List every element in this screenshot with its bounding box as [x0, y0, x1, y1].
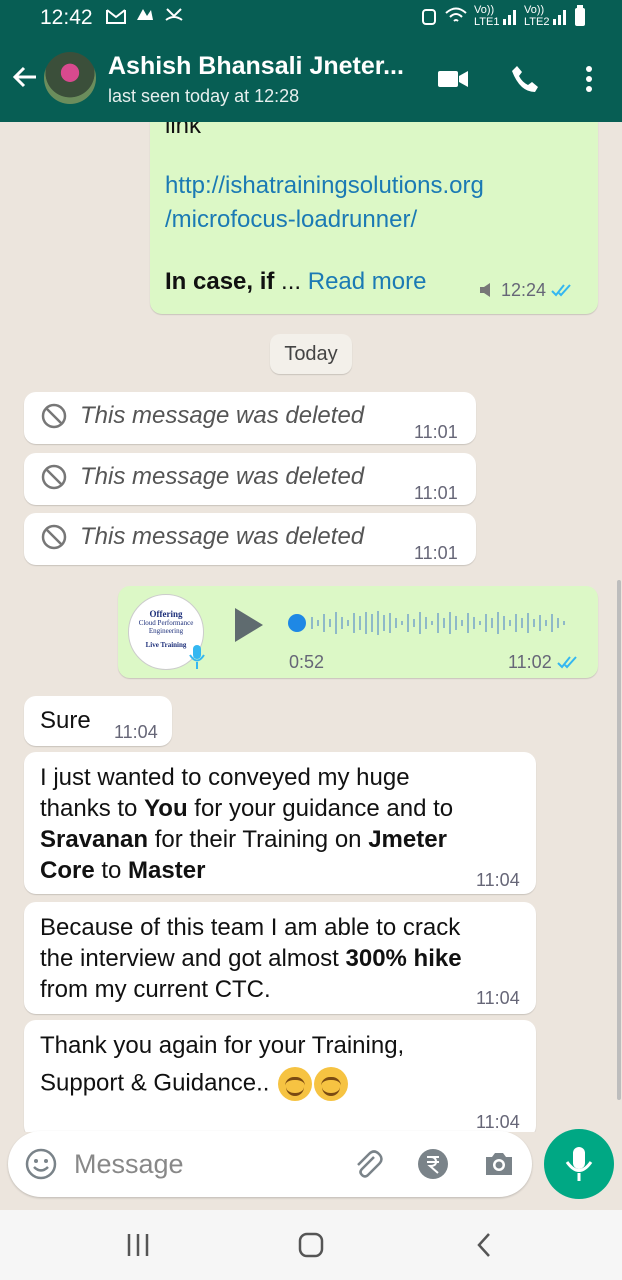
chat-area[interactable]: link http://ishatrainingsolutions.org /m…: [0, 122, 622, 1132]
system-icons: Vo)) LTE1 Vo)) LTE2: [420, 4, 586, 28]
message-time: 11:01: [414, 483, 458, 503]
deleted-text: This message was deleted: [80, 523, 365, 550]
smiling-emoji-icon: [314, 1067, 349, 1101]
message-text: Thank you again for your Training, Suppo…: [40, 1030, 404, 1101]
message-meta: 12:24: [478, 280, 575, 301]
message-link-cont[interactable]: /microfocus-loadrunner/: [165, 204, 417, 235]
wifi-icon: [445, 7, 467, 22]
back-nav-icon[interactable]: [470, 1230, 500, 1260]
deleted-text: This message was deleted: [80, 463, 365, 490]
message-input-placeholder[interactable]: Message: [74, 1149, 184, 1180]
message-line: from my current CTC.: [40, 976, 271, 1003]
voice-duration: 0:52: [289, 652, 325, 672]
deleted-ban-icon: [41, 403, 67, 429]
battery-icon: [575, 5, 585, 26]
message-preview: In case, if ... Read more: [165, 266, 426, 297]
message-line: Thank you again for your Training,: [40, 1032, 405, 1059]
message-bubble-incoming[interactable]: Because of this team I am able to crack …: [24, 902, 536, 1014]
play-icon[interactable]: [232, 606, 266, 644]
network-2-label: Vo)) LTE2: [524, 4, 550, 28]
message-text: I just wanted to conveyed my huge thanks…: [40, 762, 453, 886]
message-text: Sure: [40, 707, 91, 734]
contact-avatar[interactable]: [44, 52, 96, 104]
message-time: 11:04: [476, 870, 520, 890]
message-line: Support & Guidance..: [40, 1067, 404, 1101]
back-arrow-icon[interactable]: [10, 62, 40, 92]
forwarded-speaker-icon: [480, 283, 490, 297]
message-text: Because of this team I am able to crack …: [40, 912, 462, 1005]
voice-call-icon[interactable]: [508, 62, 542, 96]
network-1-label: Vo)) LTE1: [474, 4, 500, 28]
video-call-icon[interactable]: [436, 62, 470, 96]
home-icon[interactable]: [296, 1230, 326, 1260]
deleted-ban-icon: [41, 524, 67, 550]
chat-scrollbar[interactable]: [617, 580, 621, 1100]
last-seen: last seen today at 12:28: [108, 86, 300, 106]
message-time: 11:04: [476, 988, 520, 1008]
message-time: 11:01: [414, 543, 458, 563]
attach-icon[interactable]: [350, 1147, 384, 1181]
status-time: 12:42: [40, 6, 93, 29]
message-line: Sravanan for their Training on Jmeter: [40, 826, 447, 853]
ellipsis: ...: [274, 268, 308, 295]
read-more-link[interactable]: Read more: [308, 268, 427, 295]
thumb-line: Offering: [149, 609, 183, 619]
chat-header: Ashish Bhansali Jneter... last seen toda…: [0, 38, 622, 122]
app-notification-icon: [137, 9, 154, 20]
thumb-line: Cloud Performance: [138, 619, 194, 627]
message-text: link: [165, 122, 202, 139]
record-voice-button[interactable]: [544, 1129, 614, 1199]
read-ticks-icon: [551, 284, 571, 297]
message-bubble-incoming[interactable]: Sure 11:04: [24, 696, 172, 746]
system-navigation-bar: [0, 1210, 622, 1280]
smiling-emoji-icon: [278, 1067, 313, 1101]
message-line: I just wanted to conveyed my huge: [40, 764, 410, 791]
status-bar: 12:42 Vo)) LTE1 Vo)) LTE2: [0, 0, 622, 38]
missed-call-icon: [165, 8, 183, 21]
alarm-icon: [422, 9, 436, 25]
date-chip: Today: [270, 334, 352, 374]
message-time: 11:04: [476, 1112, 520, 1132]
signal-1-icon: [503, 10, 516, 25]
message-bubble-incoming[interactable]: Thank you again for your Training, Suppo…: [24, 1020, 536, 1132]
emoji-icon[interactable]: [24, 1147, 58, 1181]
message-meta: 11:02: [508, 652, 581, 673]
message-time: 11:04: [114, 722, 158, 742]
message-time: 11:02: [508, 652, 552, 672]
contact-name[interactable]: Ashish Bhansali Jneter...: [108, 52, 404, 81]
message-line: Core to Master: [40, 857, 206, 884]
microphone-icon: [565, 1147, 593, 1181]
message-line: Because of this team I am able to crack: [40, 914, 461, 941]
message-composer[interactable]: Message: [8, 1131, 532, 1197]
payment-rupee-icon[interactable]: [416, 1147, 450, 1181]
deleted-ban-icon: [41, 464, 67, 490]
voice-mic-badge-icon: [189, 645, 205, 669]
read-ticks-icon: [557, 656, 577, 669]
gmail-icon: [106, 9, 126, 24]
deleted-message-2[interactable]: This message was deleted 11:01: [24, 453, 476, 505]
message-time: 11:01: [414, 422, 458, 442]
voice-waveform[interactable]: [286, 608, 576, 638]
message-line: the interview and got almost 300% hike: [40, 945, 462, 972]
deleted-text: This message was deleted: [80, 402, 365, 429]
recent-apps-icon[interactable]: [124, 1230, 154, 1260]
message-link[interactable]: http://ishatrainingsolutions.org: [165, 170, 484, 201]
camera-icon[interactable]: [482, 1147, 516, 1181]
message-bubble-outgoing[interactable]: link http://ishatrainingsolutions.org /m…: [150, 122, 598, 314]
message-time: 12:24: [501, 280, 547, 300]
message-line: thanks to You for your guidance and to: [40, 795, 454, 822]
voice-message[interactable]: Offering Cloud Performance Engineering L…: [118, 586, 598, 678]
message-bubble-incoming[interactable]: I just wanted to conveyed my huge thanks…: [24, 752, 536, 894]
bold-preview-text: In case, if: [165, 268, 275, 295]
notification-icons: [106, 6, 184, 27]
thumb-line: Engineering: [148, 627, 184, 635]
deleted-message-3[interactable]: This message was deleted 11:01: [24, 513, 476, 565]
deleted-message-1[interactable]: This message was deleted 11:01: [24, 392, 476, 444]
more-options-icon[interactable]: [572, 62, 606, 96]
signal-2-icon: [553, 10, 566, 25]
